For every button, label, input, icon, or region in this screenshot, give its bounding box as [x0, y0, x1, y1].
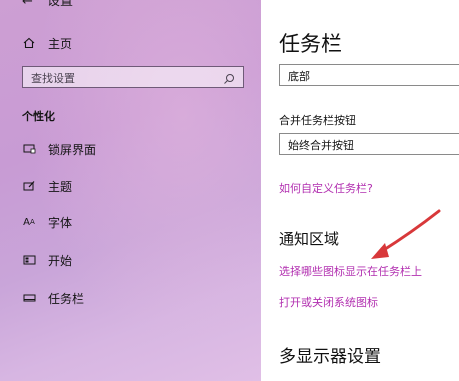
- system-icons-link[interactable]: 打开或关闭系统图标: [279, 294, 378, 310]
- taskbar-icon: [22, 291, 36, 305]
- sidebar-item-label: 主题: [48, 179, 73, 194]
- settings-window: ← 设置 主页 个性化 锁屏界面 主题: [0, 0, 459, 381]
- page-title: 任务栏: [279, 32, 342, 56]
- back-row[interactable]: ← 设置: [22, 0, 74, 9]
- notification-area-heading: 通知区域: [279, 230, 340, 248]
- theme-icon: [22, 179, 36, 193]
- start-icon: [22, 253, 36, 267]
- sidebar-item-home[interactable]: 主页: [22, 33, 72, 53]
- lock-screen-icon: [22, 142, 36, 156]
- combine-buttons-dropdown[interactable]: 始终合并按钮: [279, 133, 459, 155]
- sidebar-item-label: 开始: [48, 253, 73, 268]
- sidebar-item-label: 任务栏: [48, 291, 85, 306]
- sidebar: ← 设置 主页 个性化 锁屏界面 主题: [0, 0, 261, 381]
- sidebar-item-label: 主页: [48, 36, 73, 51]
- search-field[interactable]: [22, 66, 244, 88]
- font-icon: AA: [23, 216, 35, 228]
- search-input[interactable]: [29, 69, 223, 87]
- sidebar-item-label: 字体: [48, 215, 73, 230]
- customize-taskbar-link[interactable]: 如何自定义任务栏?: [279, 180, 373, 196]
- sidebar-item-label: 锁屏界面: [48, 142, 97, 157]
- multi-display-heading: 多显示器设置: [279, 347, 381, 367]
- sidebar-item-taskbar[interactable]: 任务栏: [22, 288, 84, 308]
- main-content: 任务栏 底部 合并任务栏按钮 始终合并按钮 如何自定义任务栏? 通知区域 选择哪…: [261, 0, 459, 381]
- settings-label: 设置: [47, 0, 74, 9]
- sidebar-item-start[interactable]: 开始: [22, 250, 72, 270]
- home-icon: [22, 36, 36, 50]
- combine-buttons-label: 合并任务栏按钮: [279, 114, 356, 127]
- taskbar-position-dropdown[interactable]: 底部: [279, 64, 459, 86]
- search-icon[interactable]: [223, 70, 237, 84]
- sidebar-item-theme[interactable]: 主题: [22, 176, 72, 196]
- back-arrow-icon[interactable]: ←: [22, 0, 33, 9]
- section-title: 个性化: [22, 110, 55, 123]
- annotation-arrow-icon: [371, 209, 441, 259]
- sidebar-item-font[interactable]: AA 字体: [22, 212, 72, 232]
- sidebar-item-lock-screen[interactable]: 锁屏界面: [22, 139, 96, 159]
